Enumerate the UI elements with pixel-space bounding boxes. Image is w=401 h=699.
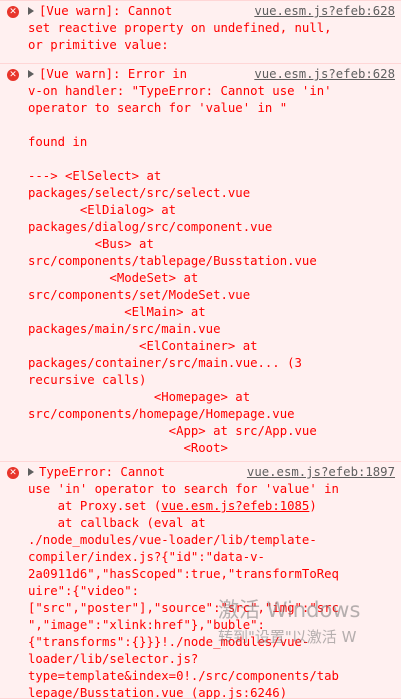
- component-trace-line: src/components/tablepage/Busstation.vue: [28, 254, 317, 268]
- stack-line: {"transforms":{}}}!./node_modules/vue-: [28, 635, 310, 649]
- stack-line: compiler/index.js?{"id":"data-v-: [28, 550, 265, 564]
- message-line: use 'in' operator to search for 'value' …: [28, 482, 339, 496]
- component-trace-line: <ModeSet> at: [28, 271, 199, 285]
- stack-line: uire":{"video":: [28, 584, 140, 598]
- message-line: [28, 151, 395, 168]
- console-error-message: ✕ [Vue warn]: Error in vue.esm.js?efeb:6…: [0, 64, 401, 462]
- stack-line: type=template&index=0!./src/components/t…: [28, 669, 339, 683]
- message-line: [28, 117, 395, 134]
- expand-toggle[interactable]: [Vue warn]: Error in: [28, 66, 187, 83]
- component-trace-line: <Bus> at: [28, 237, 154, 251]
- stack-line: at Proxy.set (vue.esm.js?efeb:1085): [28, 499, 317, 513]
- expand-triangle-icon: [28, 70, 34, 78]
- component-trace-line: src/components/homepage/Homepage.vue: [28, 407, 295, 421]
- component-trace-line: recursive calls): [28, 373, 147, 387]
- component-trace-line: packages/main/src/main.vue: [28, 322, 221, 336]
- expand-toggle[interactable]: [Vue warn]: Cannot: [28, 3, 172, 20]
- message-summary: [Vue warn]: Error in: [39, 67, 188, 81]
- message-line: or primitive value:: [28, 38, 169, 52]
- component-trace-line: <Root>: [28, 441, 228, 455]
- message-line: v-on handler: "TypeError: Cannot use 'in…: [28, 84, 332, 98]
- component-trace-line: packages/container/src/main.vue... (3: [28, 356, 302, 370]
- source-link[interactable]: vue.esm.js?efeb:628: [254, 3, 395, 20]
- stack-line: loader/lib/selector.js?: [28, 652, 199, 666]
- component-trace-line: src/components/set/ModeSet.vue: [28, 288, 251, 302]
- component-trace-line: packages/dialog/src/component.vue: [28, 220, 273, 234]
- error-icon: ✕: [7, 69, 19, 81]
- stack-line: lepage/Busstation.vue (app.js:6246): [28, 686, 288, 699]
- console-error-message: ✕ [Vue warn]: Cannot vue.esm.js?efeb:628…: [0, 0, 401, 64]
- stack-line: ./node_modules/vue-loader/lib/template-: [28, 533, 317, 547]
- stack-source-link[interactable]: vue.esm.js?efeb:1085: [161, 499, 309, 513]
- component-trace-line: <App> at src/App.vue: [28, 424, 317, 438]
- component-trace-line: <ElContainer> at: [28, 339, 258, 353]
- error-icon: ✕: [7, 6, 19, 18]
- expand-triangle-icon: [28, 468, 34, 476]
- message-line: found in: [28, 135, 88, 149]
- stack-line: ","image":"xlink:href"},"buble":: [28, 618, 265, 632]
- devtools-console: ✕ [Vue warn]: Cannot vue.esm.js?efeb:628…: [0, 0, 401, 699]
- message-line: operator to search for 'value' in ": [28, 101, 288, 115]
- stack-line: 2a0911d6","hasScoped":true,"transformToR…: [28, 567, 339, 581]
- expand-toggle[interactable]: TypeError: Cannot: [28, 464, 165, 481]
- component-trace-line: packages/select/src/select.vue: [28, 186, 251, 200]
- component-trace-line: <ElDialog> at: [28, 203, 177, 217]
- message-summary: TypeError: Cannot: [39, 465, 165, 479]
- message-summary: [Vue warn]: Cannot: [39, 4, 173, 18]
- source-link[interactable]: vue.esm.js?efeb:628: [254, 66, 395, 83]
- console-error-message: ✕ TypeError: Cannot vue.esm.js?efeb:1897…: [0, 462, 401, 699]
- component-trace-line: ---> <ElSelect> at: [28, 169, 162, 183]
- component-trace-line: <ElMain> at: [28, 305, 206, 319]
- stack-line: at callback (eval at: [28, 516, 206, 530]
- expand-triangle-icon: [28, 7, 34, 15]
- error-icon: ✕: [7, 467, 19, 479]
- source-link[interactable]: vue.esm.js?efeb:1897: [247, 464, 395, 481]
- component-trace-line: <Homepage> at: [28, 390, 251, 404]
- message-line: set reactive property on undefined, null…: [28, 21, 332, 35]
- stack-line: ["src","poster"],"source":"src","img":"s…: [28, 601, 339, 615]
